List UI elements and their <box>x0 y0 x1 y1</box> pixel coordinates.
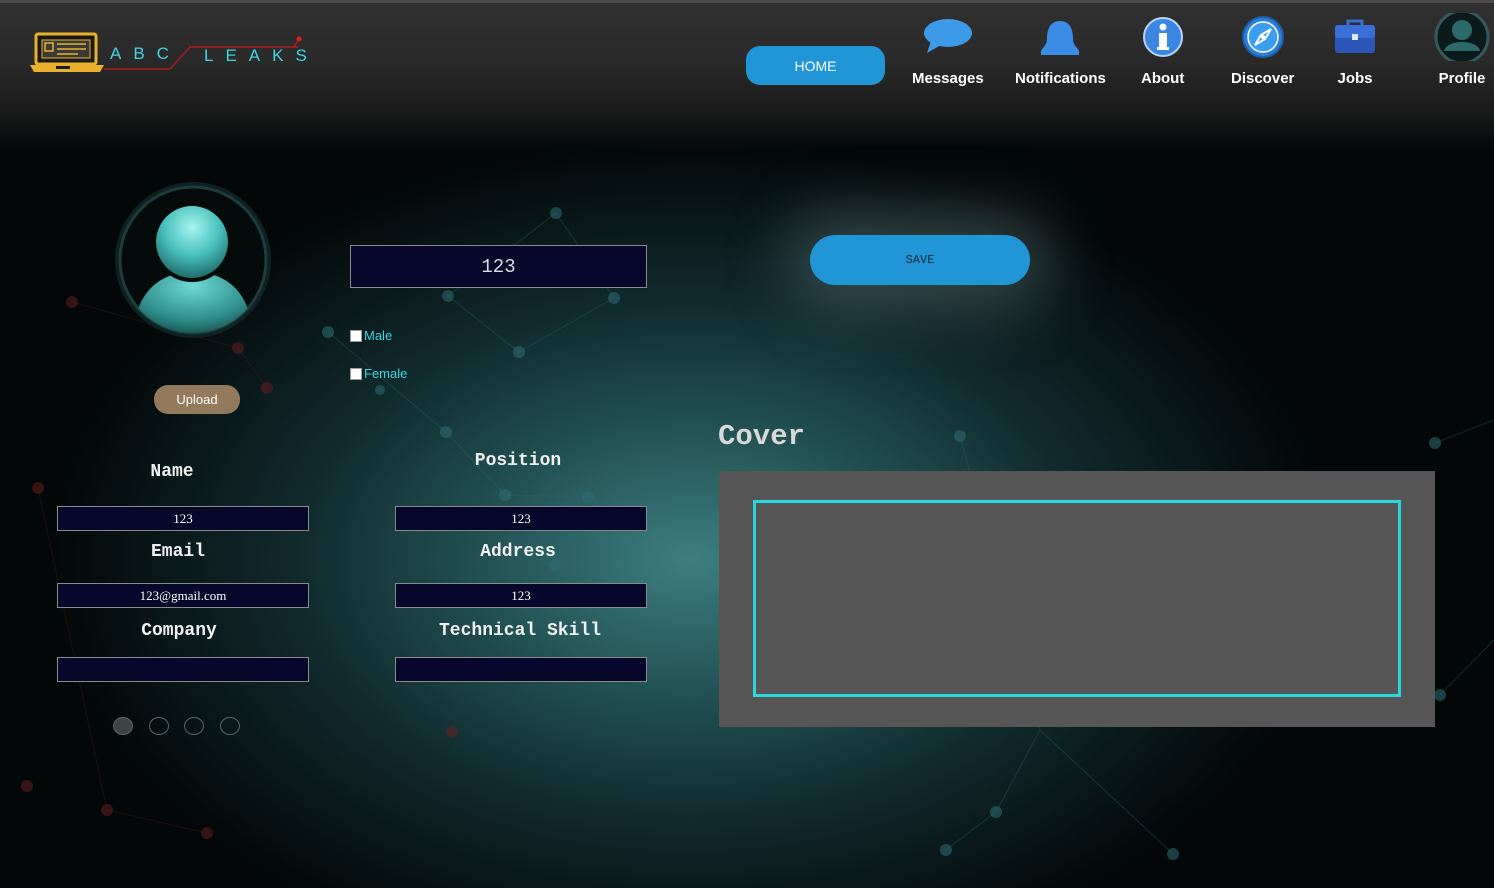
email-input[interactable]: 123@gmail.com <box>57 583 309 608</box>
nav-profile[interactable]: Profile <box>1434 13 1490 87</box>
nav-about-label: About <box>1141 70 1185 87</box>
pager-dot-1[interactable] <box>113 717 133 735</box>
address-input[interactable]: 123 <box>395 583 647 608</box>
nav-jobs-label: Jobs <box>1337 70 1373 87</box>
email-label: Email <box>150 542 205 562</box>
profile-avatar[interactable] <box>108 182 278 342</box>
company-label: Company <box>141 621 217 641</box>
logo-text-abc: ABC <box>110 44 181 63</box>
nav-jobs[interactable]: Jobs <box>1333 13 1377 87</box>
company-input[interactable] <box>57 657 309 682</box>
save-button[interactable]: SAVE <box>810 235 1030 285</box>
gender-option-male[interactable]: Male <box>350 328 392 343</box>
nav-discover[interactable]: Discover <box>1231 13 1294 87</box>
top-navbar: ABC LEAKS HOME Messages Notifications Ab… <box>0 0 1494 150</box>
user-avatar-icon <box>1434 13 1490 61</box>
home-button[interactable]: HOME <box>746 46 885 85</box>
cover-title: Cover <box>718 420 806 453</box>
logo-text-leaks: LEAKS <box>204 46 319 65</box>
info-icon <box>1142 13 1184 61</box>
nav-notifications[interactable]: Notifications <box>1015 13 1106 87</box>
bell-icon <box>1038 13 1082 61</box>
pager-dot-3[interactable] <box>184 717 204 735</box>
briefcase-icon <box>1333 13 1377 61</box>
nav-messages-label: Messages <box>912 70 984 87</box>
compass-icon <box>1241 13 1285 61</box>
nav-messages[interactable]: Messages <box>912 13 984 87</box>
female-label: Female <box>364 366 408 381</box>
position-label: Position <box>474 451 562 471</box>
name-input[interactable]: 123 <box>57 506 309 531</box>
technical-skill-input[interactable] <box>395 657 647 682</box>
male-checkbox[interactable] <box>350 329 362 342</box>
name-label: Name <box>150 462 194 482</box>
address-label: Address <box>480 542 556 562</box>
pager-dot-2[interactable] <box>149 717 169 735</box>
upload-button[interactable]: Upload <box>154 385 240 414</box>
pager-dot-4[interactable] <box>220 717 240 735</box>
position-input[interactable]: 123 <box>395 506 647 531</box>
technical-skill-label: Technical Skill <box>438 621 602 641</box>
nav-about[interactable]: About <box>1141 13 1184 87</box>
gender-option-female[interactable]: Female <box>350 366 407 381</box>
male-label: Male <box>364 328 393 343</box>
nav-discover-label: Discover <box>1231 70 1295 87</box>
nav-profile-label: Profile <box>1438 70 1486 87</box>
cover-image-dropzone[interactable] <box>753 500 1401 697</box>
nav-notifications-label: Notifications <box>1015 70 1106 87</box>
abc-leaks-logo[interactable]: ABC LEAKS <box>28 31 312 77</box>
user-silhouette-icon <box>115 182 271 338</box>
female-checkbox[interactable] <box>350 367 362 380</box>
profile-id-input[interactable] <box>350 245 647 288</box>
speech-bubble-icon <box>923 13 973 61</box>
